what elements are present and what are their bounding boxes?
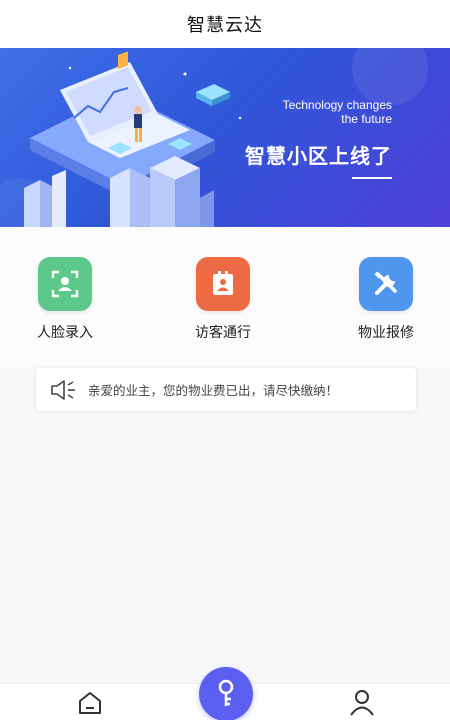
page-title: 智慧云达 bbox=[187, 15, 263, 36]
banner-illustration bbox=[0, 48, 428, 227]
notice-message: 亲爱的业主，您的物业费已出，请尽快缴纳！ bbox=[88, 383, 339, 398]
notice-bar[interactable]: 亲爱的业主，您的物业费已出，请尽快缴纳！ bbox=[36, 368, 416, 411]
visitor-pass-button[interactable]: 访客通行 bbox=[173, 257, 273, 342]
speaker-icon bbox=[51, 379, 75, 400]
app-screen: 智慧云达 Technology changes the future 智慧小区上… bbox=[0, 0, 450, 720]
banner-tagline-line1: Technology changes bbox=[282, 98, 392, 112]
home-icon[interactable] bbox=[76, 689, 104, 717]
quick-actions: 人脸录入 访客通行 物业报修 bbox=[0, 227, 450, 367]
repair-tools-icon bbox=[359, 257, 413, 311]
property-repair-button[interactable]: 物业报修 bbox=[336, 257, 436, 342]
key-icon bbox=[218, 679, 234, 706]
banner-underline bbox=[352, 177, 392, 179]
visitor-badge-icon bbox=[196, 257, 250, 311]
face-enroll-button[interactable]: 人脸录入 bbox=[15, 257, 115, 342]
banner-tagline: Technology changes the future bbox=[283, 98, 392, 126]
face-scan-icon bbox=[38, 257, 92, 311]
visitor-pass-label: 访客通行 bbox=[195, 325, 251, 341]
header-bar: 智慧云达 bbox=[0, 0, 450, 48]
property-repair-label: 物业报修 bbox=[358, 325, 414, 341]
promo-banner[interactable]: Technology changes the future 智慧小区上线了 bbox=[0, 48, 450, 227]
banner-headline: 智慧小区上线了 bbox=[245, 144, 392, 168]
unlock-button[interactable] bbox=[199, 667, 253, 720]
banner-tagline-line2: the future bbox=[341, 112, 392, 126]
face-enroll-label: 人脸录入 bbox=[37, 325, 93, 341]
user-icon[interactable] bbox=[348, 688, 376, 716]
